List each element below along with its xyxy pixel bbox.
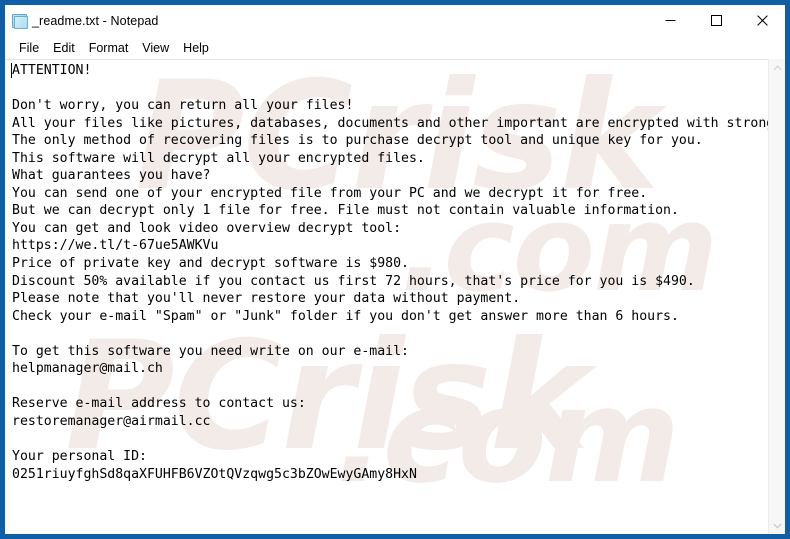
text-editor-area[interactable]: PCrisk .com PCrisk .com ATTENTION! Don't… <box>5 59 785 534</box>
ransom-note-text[interactable]: ATTENTION! Don't worry, you can return a… <box>5 60 785 483</box>
notepad-window: _readme.txt - Notepad File Edit Format V… <box>0 0 790 539</box>
menu-item-view[interactable]: View <box>135 40 176 57</box>
notepad-document-icon <box>11 13 28 29</box>
scroll-down-icon[interactable] <box>769 517 785 534</box>
menu-item-file[interactable]: File <box>12 40 46 57</box>
scroll-up-icon[interactable] <box>769 59 785 76</box>
close-button[interactable] <box>739 5 785 36</box>
title-bar: _readme.txt - Notepad <box>5 5 785 37</box>
menu-item-edit[interactable]: Edit <box>46 40 82 57</box>
menu-item-help[interactable]: Help <box>176 40 216 57</box>
vertical-scrollbar[interactable] <box>768 59 785 534</box>
menu-bar: File Edit Format View Help <box>5 37 785 59</box>
menu-item-format[interactable]: Format <box>82 40 136 57</box>
window-title: _readme.txt - Notepad <box>32 14 159 28</box>
maximize-button[interactable] <box>693 5 739 36</box>
minimize-button[interactable] <box>647 5 693 36</box>
